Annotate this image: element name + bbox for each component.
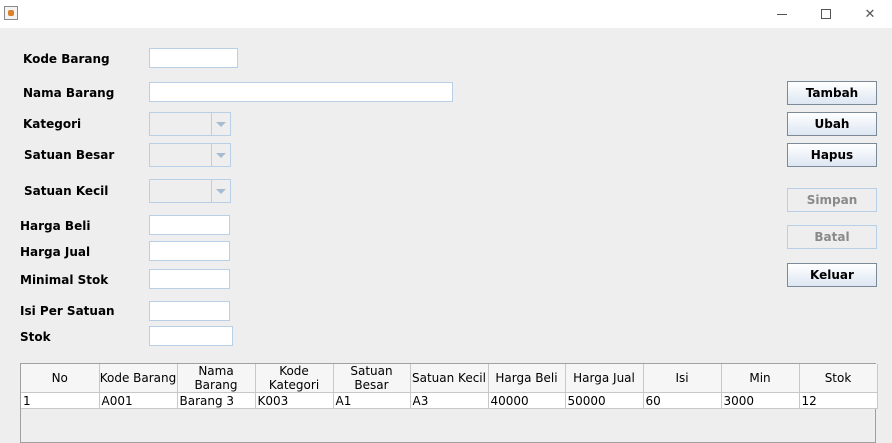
tambah-button[interactable]: Tambah — [787, 81, 877, 105]
table-cell[interactable]: A3 — [410, 392, 489, 409]
satuan-besar-combo[interactable] — [149, 143, 231, 167]
harga-jual-input[interactable] — [149, 241, 230, 261]
batal-button[interactable]: Batal — [787, 225, 877, 249]
chevron-down-icon[interactable] — [212, 144, 230, 166]
chevron-down-icon[interactable] — [212, 113, 230, 135]
kategori-label: Kategori — [23, 117, 82, 131]
harga-beli-label: Harga Beli — [20, 219, 91, 233]
minimal-stok-input[interactable] — [149, 269, 230, 289]
java-cup-icon — [4, 6, 18, 20]
barang-table[interactable]: No Kode Barang Nama Barang Kode Kategori… — [20, 363, 878, 443]
column-header[interactable]: Min — [721, 364, 800, 393]
table-row[interactable]: 1 A001 Barang 3 K003 A1 A3 40000 50000 6… — [21, 392, 878, 409]
keluar-button[interactable]: Keluar — [787, 263, 877, 287]
close-button[interactable]: ✕ — [848, 0, 892, 28]
nama-barang-label: Nama Barang — [23, 86, 115, 100]
isi-per-satuan-label: Isi Per Satuan — [20, 304, 115, 318]
column-header[interactable]: Satuan Kecil — [410, 364, 489, 393]
kode-barang-input[interactable] — [149, 48, 238, 68]
table-header: No Kode Barang Nama Barang Kode Kategori… — [21, 364, 878, 393]
table-cell[interactable]: 3000 — [721, 392, 800, 409]
column-header[interactable]: Harga Beli — [488, 364, 566, 393]
simpan-button[interactable]: Simpan — [787, 188, 877, 212]
table-cell[interactable]: Barang 3 — [177, 392, 256, 409]
table-cell[interactable]: 50000 — [565, 392, 644, 409]
table-cell[interactable]: 40000 — [488, 392, 566, 409]
minimize-icon — [777, 13, 787, 15]
satuan-kecil-combo[interactable] — [149, 179, 231, 203]
kode-barang-label: Kode Barang — [23, 52, 110, 66]
kategori-combo[interactable] — [149, 112, 231, 136]
satuan-besar-combo-value — [150, 144, 212, 166]
column-header[interactable]: Stok — [799, 364, 878, 393]
close-icon: ✕ — [864, 6, 876, 22]
column-header[interactable]: Satuan Besar — [333, 364, 411, 393]
column-header[interactable]: Kode Kategori — [255, 364, 334, 393]
maximize-button[interactable] — [804, 0, 848, 28]
minimal-stok-label: Minimal Stok — [20, 273, 109, 287]
column-header[interactable]: Kode Barang — [99, 364, 178, 393]
column-header[interactable]: Nama Barang — [177, 364, 256, 393]
nama-barang-input[interactable] — [149, 82, 453, 102]
harga-beli-input[interactable] — [149, 215, 230, 235]
table-cell[interactable]: 1 — [21, 392, 100, 409]
maximize-icon — [821, 9, 831, 19]
ubah-button[interactable]: Ubah — [787, 112, 877, 136]
table-cell[interactable]: 60 — [643, 392, 722, 409]
chevron-down-icon[interactable] — [212, 180, 230, 202]
column-header[interactable]: Harga Jual — [565, 364, 644, 393]
isi-per-satuan-input[interactable] — [149, 301, 230, 321]
minimize-button[interactable] — [760, 0, 804, 28]
column-header[interactable]: Isi — [643, 364, 722, 393]
table-cell[interactable]: A1 — [333, 392, 411, 409]
satuan-kecil-label: Satuan Kecil — [24, 184, 109, 198]
title-bar: ✕ — [0, 0, 892, 28]
stok-input[interactable] — [149, 326, 233, 346]
hapus-button[interactable]: Hapus — [787, 143, 877, 167]
kategori-combo-value — [150, 113, 212, 135]
table-cell[interactable]: 12 — [799, 392, 878, 409]
satuan-kecil-combo-value — [150, 180, 212, 202]
table-cell[interactable]: K003 — [255, 392, 334, 409]
satuan-besar-label: Satuan Besar — [24, 148, 115, 162]
harga-jual-label: Harga Jual — [20, 245, 91, 259]
column-header[interactable]: No — [21, 364, 100, 393]
table-cell[interactable]: A001 — [99, 392, 178, 409]
stok-label: Stok — [20, 330, 51, 344]
